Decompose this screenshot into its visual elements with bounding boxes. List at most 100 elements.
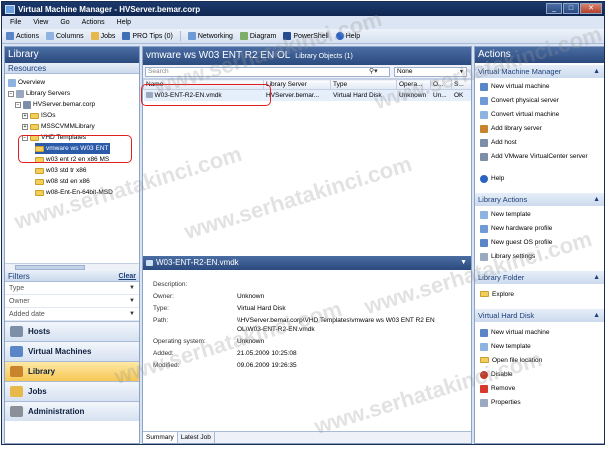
nav-hosts[interactable]: Hosts — [5, 321, 139, 341]
action-vhd-new-template[interactable]: New template — [480, 343, 602, 351]
collapse-icon[interactable]: − — [8, 90, 14, 97]
action-vhd-new-virtual-machine[interactable]: New virtual machine — [480, 329, 602, 337]
main-window: Virtual Machine Manager - HVServer.bemar… — [1, 1, 605, 445]
toolbar-pro-tips-button[interactable]: PRO Tips (0) — [122, 32, 173, 40]
tree-item-w03-std-tr[interactable]: w03 std tr x86 — [35, 165, 86, 176]
search-input[interactable]: Search — [145, 67, 390, 77]
filters-header: Filters Clear — [5, 271, 139, 282]
column-owner[interactable]: O... — [430, 79, 452, 90]
detail-value: Unknown — [237, 293, 265, 300]
library-settings-icon — [480, 253, 488, 261]
pro-tips-icon — [122, 32, 131, 40]
section-library-folder[interactable]: Library Folder ▲ — [475, 271, 604, 284]
toolbar-help-button[interactable]: Help — [335, 32, 360, 40]
action-convert-virtual-machine[interactable]: Convert virtual machine — [480, 111, 602, 119]
action-label: Convert physical server — [491, 97, 559, 104]
folder-icon — [480, 357, 489, 363]
tree-item-hvserver[interactable]: − HVServer.bemar.corp — [15, 99, 95, 110]
expand-icon[interactable]: + — [22, 123, 28, 130]
action-library-settings[interactable]: Library settings — [480, 253, 602, 261]
search-icon[interactable]: ⚲▾ — [369, 67, 378, 75]
action-label: New template — [491, 211, 531, 218]
action-remove[interactable]: Remove — [480, 385, 602, 393]
column-library-server[interactable]: Library Server — [263, 79, 331, 90]
action-explore[interactable]: Explore — [480, 291, 602, 299]
toolbar-powershell-button[interactable]: PowerShell — [283, 32, 329, 40]
clear-filters-link[interactable]: Clear — [118, 271, 136, 282]
details-header: W03-ENT-R2-EN.vmdk ▼ — [143, 256, 471, 270]
action-add-library-server[interactable]: Add library server — [480, 125, 602, 133]
menu-actions[interactable]: Actions — [82, 19, 105, 26]
tree-item-msscvmmlibrary[interactable]: + MSSCVMMLibrary — [22, 121, 95, 132]
tab-latest-job[interactable]: Latest Job — [178, 432, 215, 443]
toolbar-columns-button[interactable]: Columns — [45, 32, 84, 40]
filter-type[interactable]: Type ▼ — [5, 282, 139, 295]
close-button[interactable]: ✕ — [580, 3, 602, 14]
detail-label: Owner: — [153, 293, 174, 300]
nav-library[interactable]: Library — [5, 361, 139, 381]
section-virtual-hard-disk[interactable]: Virtual Hard Disk ▲ — [475, 309, 604, 322]
toolbar-diagram-button[interactable]: Diagram — [239, 32, 276, 40]
column-operating-system[interactable]: Opera... — [396, 79, 431, 90]
nav-jobs[interactable]: Jobs — [5, 381, 139, 401]
action-disable[interactable]: Disable — [480, 371, 602, 379]
convert-virtual-icon — [480, 111, 488, 119]
chevron-down-icon[interactable]: ▼ — [460, 256, 467, 270]
action-help[interactable]: Help — [480, 175, 602, 183]
new-template-icon — [480, 343, 488, 351]
library-pane: Library Resources Overview − Library Serv… — [4, 46, 140, 444]
add-library-server-icon — [480, 125, 488, 133]
menu-help[interactable]: Help — [117, 19, 131, 26]
filters-panel: Filters Clear Type ▼ Owner ▼ Added date ▼ — [5, 271, 139, 321]
filter-select[interactable]: None ▼ — [394, 67, 467, 77]
maximize-button[interactable]: □ — [563, 3, 579, 14]
column-status[interactable]: S... — [451, 79, 471, 90]
action-new-guest-os-profile[interactable]: New guest OS profile — [480, 239, 602, 247]
toolbar-networking-button[interactable]: Networking — [187, 32, 233, 40]
action-convert-physical-server[interactable]: Convert physical server — [480, 97, 602, 105]
nav-administration[interactable]: Administration — [5, 401, 139, 421]
toolbar: Actions Columns Jobs PRO Tips (0) Networ… — [2, 29, 604, 44]
action-new-hardware-profile[interactable]: New hardware profile — [480, 225, 602, 233]
menu-bar: File View Go Actions Help — [2, 16, 604, 29]
toolbar-jobs-button[interactable]: Jobs — [90, 32, 115, 40]
action-new-template[interactable]: New template — [480, 211, 602, 219]
jobs-icon — [10, 386, 23, 397]
results-title: vmware ws W03 ENT R2 EN OL — [146, 50, 291, 61]
column-type[interactable]: Type — [330, 79, 397, 90]
guest-os-profile-icon — [480, 239, 488, 247]
action-label: Help — [491, 175, 505, 182]
section-virtual-machine-manager[interactable]: Virtual Machine Manager ▲ — [475, 65, 604, 78]
tree-horizontal-scrollbar[interactable] — [5, 263, 139, 271]
nav-virtual-machines[interactable]: Virtual Machines — [5, 341, 139, 361]
action-add-vmware-virtualcenter[interactable]: Add VMware VirtualCenter server — [480, 153, 602, 161]
detail-value: Unknown — [237, 338, 265, 345]
expand-icon[interactable]: + — [22, 112, 28, 119]
action-new-virtual-machine[interactable]: New virtual machine — [480, 83, 602, 91]
tree-item-overview[interactable]: Overview — [8, 77, 45, 88]
action-open-file-location[interactable]: Open file location — [480, 357, 602, 365]
menu-go[interactable]: Go — [60, 19, 69, 26]
tree-item-w08-ent-en-64bit[interactable]: w08-Ent-En-64bit-MSD — [35, 187, 113, 198]
help-icon — [480, 175, 488, 183]
administration-icon — [10, 406, 23, 417]
detail-label: Added: — [153, 350, 174, 357]
tree-item-library-servers[interactable]: − Library Servers — [8, 88, 70, 99]
action-properties[interactable]: Properties — [480, 399, 602, 407]
menu-file[interactable]: File — [10, 19, 21, 26]
action-add-host[interactable]: Add host — [480, 139, 602, 147]
new-vm-icon — [480, 83, 488, 91]
filter-owner[interactable]: Owner ▼ — [5, 295, 139, 308]
toolbar-pro-tips-label: PRO Tips (0) — [132, 32, 173, 40]
tree-item-isos[interactable]: + ISOs — [22, 110, 55, 121]
toolbar-actions-button[interactable]: Actions — [6, 32, 39, 40]
filter-added-date[interactable]: Added date ▼ — [5, 308, 139, 321]
toolbar-networking-label: Networking — [197, 32, 233, 40]
scrollbar-thumb[interactable] — [15, 265, 85, 270]
minimize-button[interactable]: _ — [546, 3, 562, 14]
tab-summary[interactable]: Summary — [143, 432, 178, 443]
collapse-icon[interactable]: − — [15, 101, 21, 108]
section-library-actions[interactable]: Library Actions ▲ — [475, 193, 604, 206]
menu-view[interactable]: View — [33, 19, 48, 26]
tree-item-w08-std-en[interactable]: w08 std en x86 — [35, 176, 90, 187]
